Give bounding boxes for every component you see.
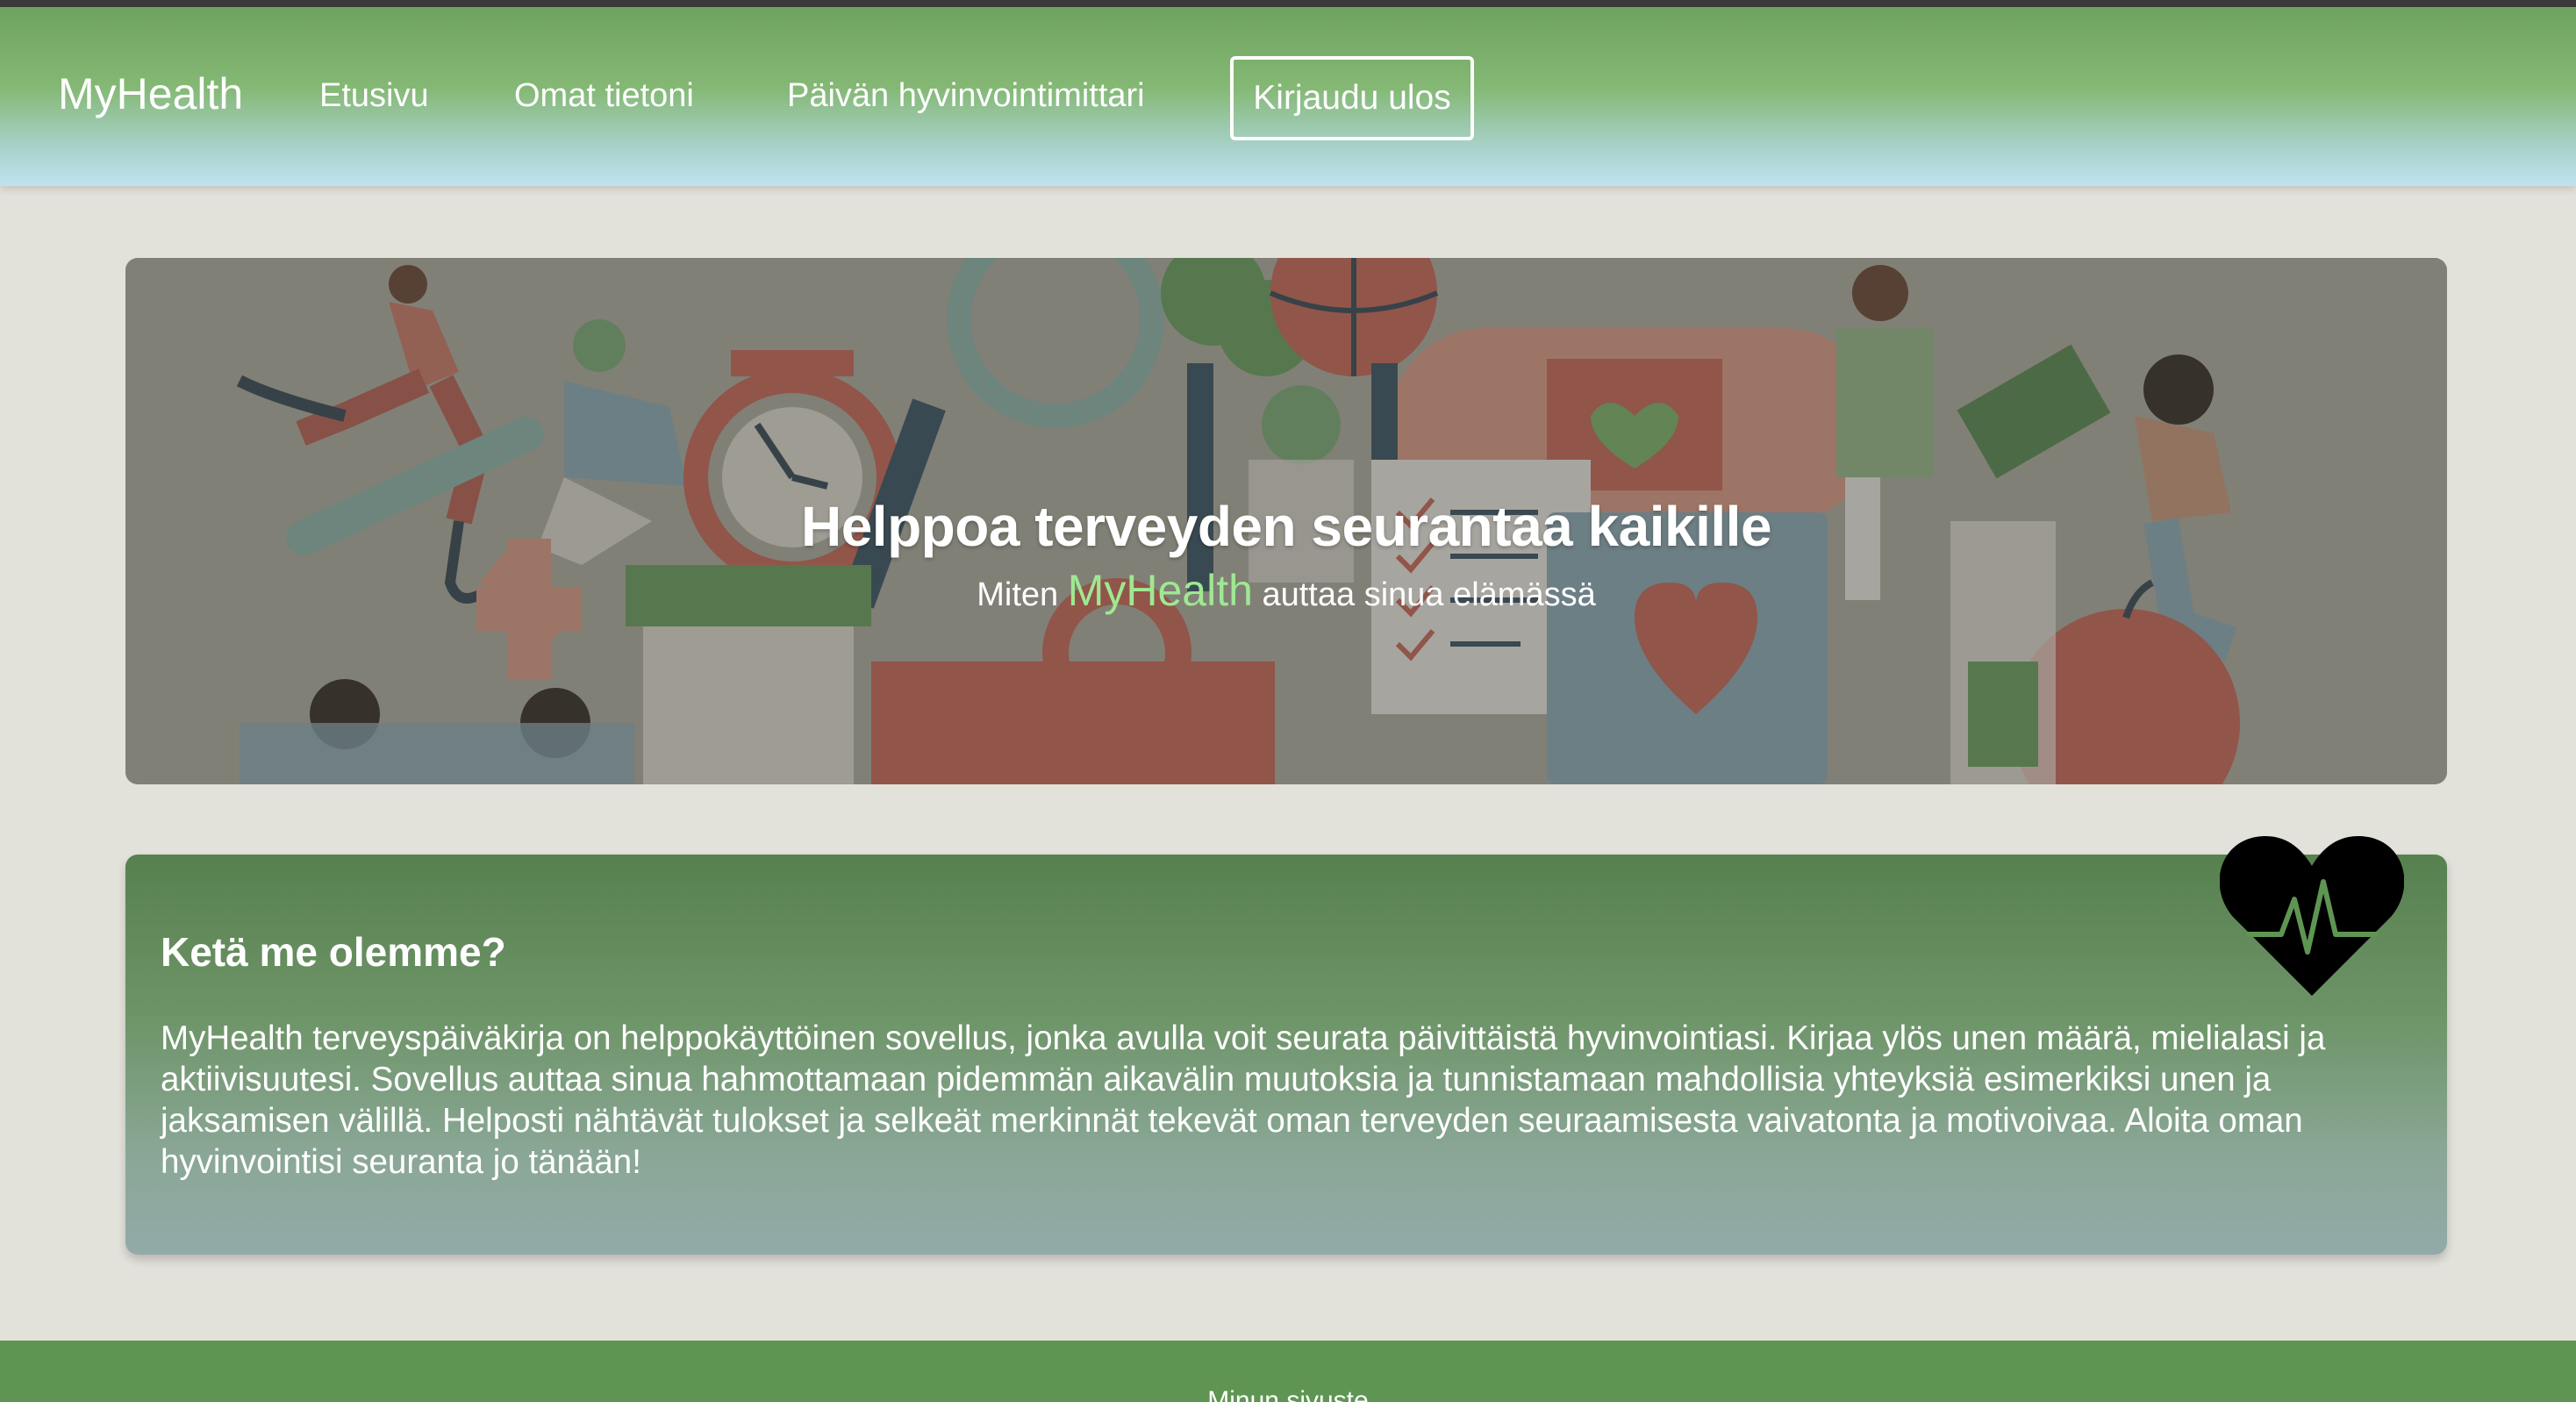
hero-banner: Helppoa terveyden seurantaa kaikille Mit… [125, 258, 2447, 784]
footer: Minun sivuste [0, 1341, 2576, 1402]
nav-link-etusivu[interactable]: Etusivu [319, 77, 429, 115]
footer-text: Minun sivuste [1207, 1386, 1369, 1402]
window-top-strip [0, 0, 2576, 7]
about-card: Ketä me olemme? MyHealth terveyspäiväkir… [125, 855, 2447, 1255]
navbar: MyHealth Etusivu Omat tietoni Päivän hyv… [0, 7, 2576, 186]
nav-link-omat-tietoni[interactable]: Omat tietoni [514, 77, 694, 115]
hero-subtitle-prefix: Miten [977, 576, 1068, 613]
about-title: Ketä me olemme? [161, 929, 506, 975]
brand-logo-link[interactable]: MyHealth [58, 68, 243, 119]
nav-link-hyvinvointimittari[interactable]: Päivän hyvinvointimittari [787, 77, 1145, 115]
hero-subtitle-brand: MyHealth [1067, 566, 1253, 615]
hero-subtitle-suffix: auttaa sinua elämässä [1252, 576, 1596, 613]
about-text: MyHealth terveyspäiväkirja on helppokäyt… [161, 1019, 2326, 1181]
hero-subtitle: Miten MyHealth auttaa sinua elämässä [125, 565, 2447, 616]
logout-button[interactable]: Kirjaudu ulos [1230, 56, 1474, 140]
heart-pulse-icon [2220, 835, 2404, 996]
hero-title: Helppoa terveyden seurantaa kaikille [800, 494, 1772, 558]
